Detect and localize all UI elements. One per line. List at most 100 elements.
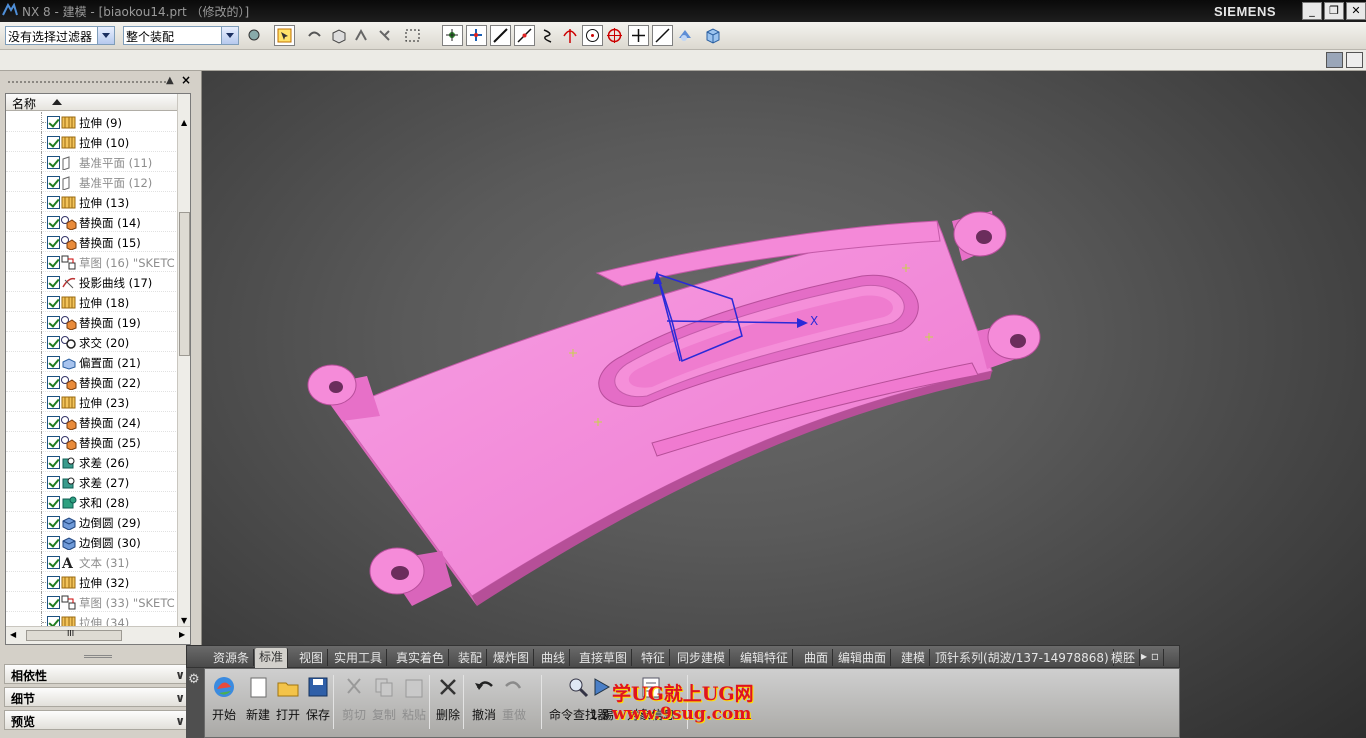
visibility-checkbox[interactable] (47, 336, 60, 349)
restore-button[interactable]: ❐ (1324, 2, 1344, 20)
tree-row[interactable]: 求差 (26) (6, 452, 176, 472)
visibility-checkbox[interactable] (47, 536, 60, 549)
settings-gear-icon[interactable]: ⚙ (188, 672, 200, 687)
snap2-icon[interactable] (374, 25, 395, 46)
command-delete-button[interactable]: 删除 (435, 675, 461, 723)
tree-row[interactable]: 草图 (33) "SKETC (6, 592, 176, 612)
ribbon-tab[interactable]: 标准 (255, 648, 289, 668)
tab-overflow-icon[interactable]: ▸ ▫ (1137, 649, 1164, 666)
select-icon[interactable] (274, 25, 295, 46)
tree-row[interactable]: 拉伸 (32) (6, 572, 176, 592)
visibility-checkbox[interactable] (47, 116, 60, 129)
tree-row[interactable]: 求和 (28) (6, 492, 176, 512)
close-icon[interactable]: × (181, 73, 191, 87)
ribbon-tab[interactable]: 视图 (295, 649, 329, 666)
ribbon-tab[interactable]: 顶针系列(胡波/137-14978868) (931, 649, 1114, 666)
tree-row[interactable]: 拉伸 (13) (6, 192, 176, 212)
close-button[interactable]: ✕ (1346, 2, 1366, 20)
quadrant-icon[interactable] (604, 25, 625, 46)
tree-row[interactable]: 边倒圆 (29) (6, 512, 176, 532)
ribbon-tab[interactable]: 模胚 (1107, 649, 1141, 666)
part-model[interactable]: X (202, 71, 1366, 738)
tree-row[interactable]: 拉伸 (9) (6, 112, 176, 132)
visibility-checkbox[interactable] (47, 576, 60, 589)
ribbon-tab[interactable]: 实用工具 (330, 649, 388, 666)
lug-left[interactable] (307, 364, 380, 421)
command-save-button[interactable]: 保存 (305, 675, 331, 723)
line-arrow-icon[interactable] (514, 25, 535, 46)
visibility-checkbox[interactable] (47, 276, 60, 289)
line-icon[interactable] (490, 25, 511, 46)
tree-row[interactable]: 拉伸 (23) (6, 392, 176, 412)
ribbon-tab[interactable]: 同步建模 (673, 649, 731, 666)
visibility-checkbox[interactable] (47, 516, 60, 529)
visibility-checkbox[interactable] (47, 256, 60, 269)
pin-icon[interactable]: ▲ (166, 75, 174, 86)
ribbon-tab[interactable]: 资源条 (209, 649, 255, 666)
curve-icon[interactable] (538, 25, 559, 46)
splitter-grip[interactable] (84, 655, 112, 658)
lug-bottom[interactable] (369, 547, 452, 606)
tree-row[interactable]: 草图 (16) "SKETC (6, 252, 176, 272)
command-start-button[interactable]: 开始 (211, 675, 237, 723)
visibility-checkbox[interactable] (47, 456, 60, 469)
visibility-checkbox[interactable] (47, 376, 60, 389)
tree-horizontal-scrollbar[interactable]: ◀ III ▶ (6, 626, 190, 644)
tree-row[interactable]: 替换面 (19) (6, 312, 176, 332)
tree-row[interactable]: 基准平面 (12) (6, 172, 176, 192)
preview-panel[interactable]: 预览 ∨ (4, 710, 190, 730)
scroll-right-icon[interactable]: ▶ (179, 630, 185, 639)
tree-row[interactable]: 替换面 (24) (6, 412, 176, 432)
point-icon[interactable] (466, 25, 487, 46)
visibility-checkbox[interactable] (47, 196, 60, 209)
command-new-button[interactable]: 新建 (245, 675, 271, 723)
ribbon-tab[interactable]: 编辑曲面 (834, 649, 892, 666)
visibility-checkbox[interactable] (47, 136, 60, 149)
ribbon-tab[interactable]: 特征 (637, 649, 671, 666)
command-open-button[interactable]: 打开 (275, 675, 301, 723)
snap-icon[interactable] (350, 25, 371, 46)
view-mode-icon[interactable] (1326, 52, 1343, 68)
command-copy-button[interactable]: 复制 (371, 675, 397, 723)
command-undo-button[interactable]: 撤消 (471, 675, 497, 723)
ribbon-tab[interactable]: 直接草图 (575, 649, 633, 666)
visibility-checkbox[interactable] (47, 436, 60, 449)
tree-vertical-scrollbar[interactable]: ▲ ▼ (177, 94, 190, 626)
view-icon[interactable] (674, 25, 695, 46)
intersect-icon[interactable] (560, 25, 581, 46)
tree-row[interactable]: 边倒圆 (30) (6, 532, 176, 552)
lug-top-right[interactable] (952, 211, 1007, 261)
visibility-checkbox[interactable] (47, 316, 60, 329)
tree-row[interactable]: 求交 (20) (6, 332, 176, 352)
box-select-icon[interactable] (402, 25, 423, 46)
tree-row[interactable]: 替换面 (22) (6, 372, 176, 392)
minimize-button[interactable]: _ (1302, 2, 1322, 20)
visibility-checkbox[interactable] (47, 216, 60, 229)
scroll-up-icon[interactable]: ▲ (181, 118, 187, 127)
ribbon-tab[interactable]: 爆炸图 (489, 649, 535, 666)
visibility-checkbox[interactable] (47, 596, 60, 609)
scroll-left-icon[interactable]: ◀ (10, 630, 16, 639)
visibility-checkbox[interactable] (47, 156, 60, 169)
undo-select-icon[interactable] (304, 25, 325, 46)
ribbon-tab[interactable]: 曲线 (537, 649, 571, 666)
scope-select[interactable]: 整个装配 (123, 26, 239, 45)
tree-row[interactable]: 替换面 (25) (6, 432, 176, 452)
command-cut-button[interactable]: 剪切 (341, 675, 367, 723)
fullscreen-icon[interactable] (1346, 52, 1363, 68)
tree-row[interactable]: 投影曲线 (17) (6, 272, 176, 292)
slash-icon[interactable] (652, 25, 673, 46)
chevron-down-icon[interactable] (221, 27, 238, 44)
column-header-name[interactable]: 名称 (6, 94, 177, 111)
chevron-down-icon[interactable] (97, 27, 114, 44)
hscroll-thumb[interactable]: III (26, 629, 122, 641)
tree-row[interactable]: A 文本 (31) (6, 552, 176, 572)
details-panel[interactable]: 细节 ∨ (4, 687, 190, 707)
tree-row[interactable]: 替换面 (15) (6, 232, 176, 252)
component-icon[interactable] (244, 25, 265, 46)
ribbon-tab[interactable]: 曲面 (800, 649, 834, 666)
lug-mid-right[interactable] (977, 314, 1041, 369)
selection-filter-select[interactable]: 没有选择过滤器 (5, 26, 115, 45)
dependencies-panel[interactable]: 相依性 ∨ (4, 664, 190, 684)
visibility-checkbox[interactable] (47, 556, 60, 569)
